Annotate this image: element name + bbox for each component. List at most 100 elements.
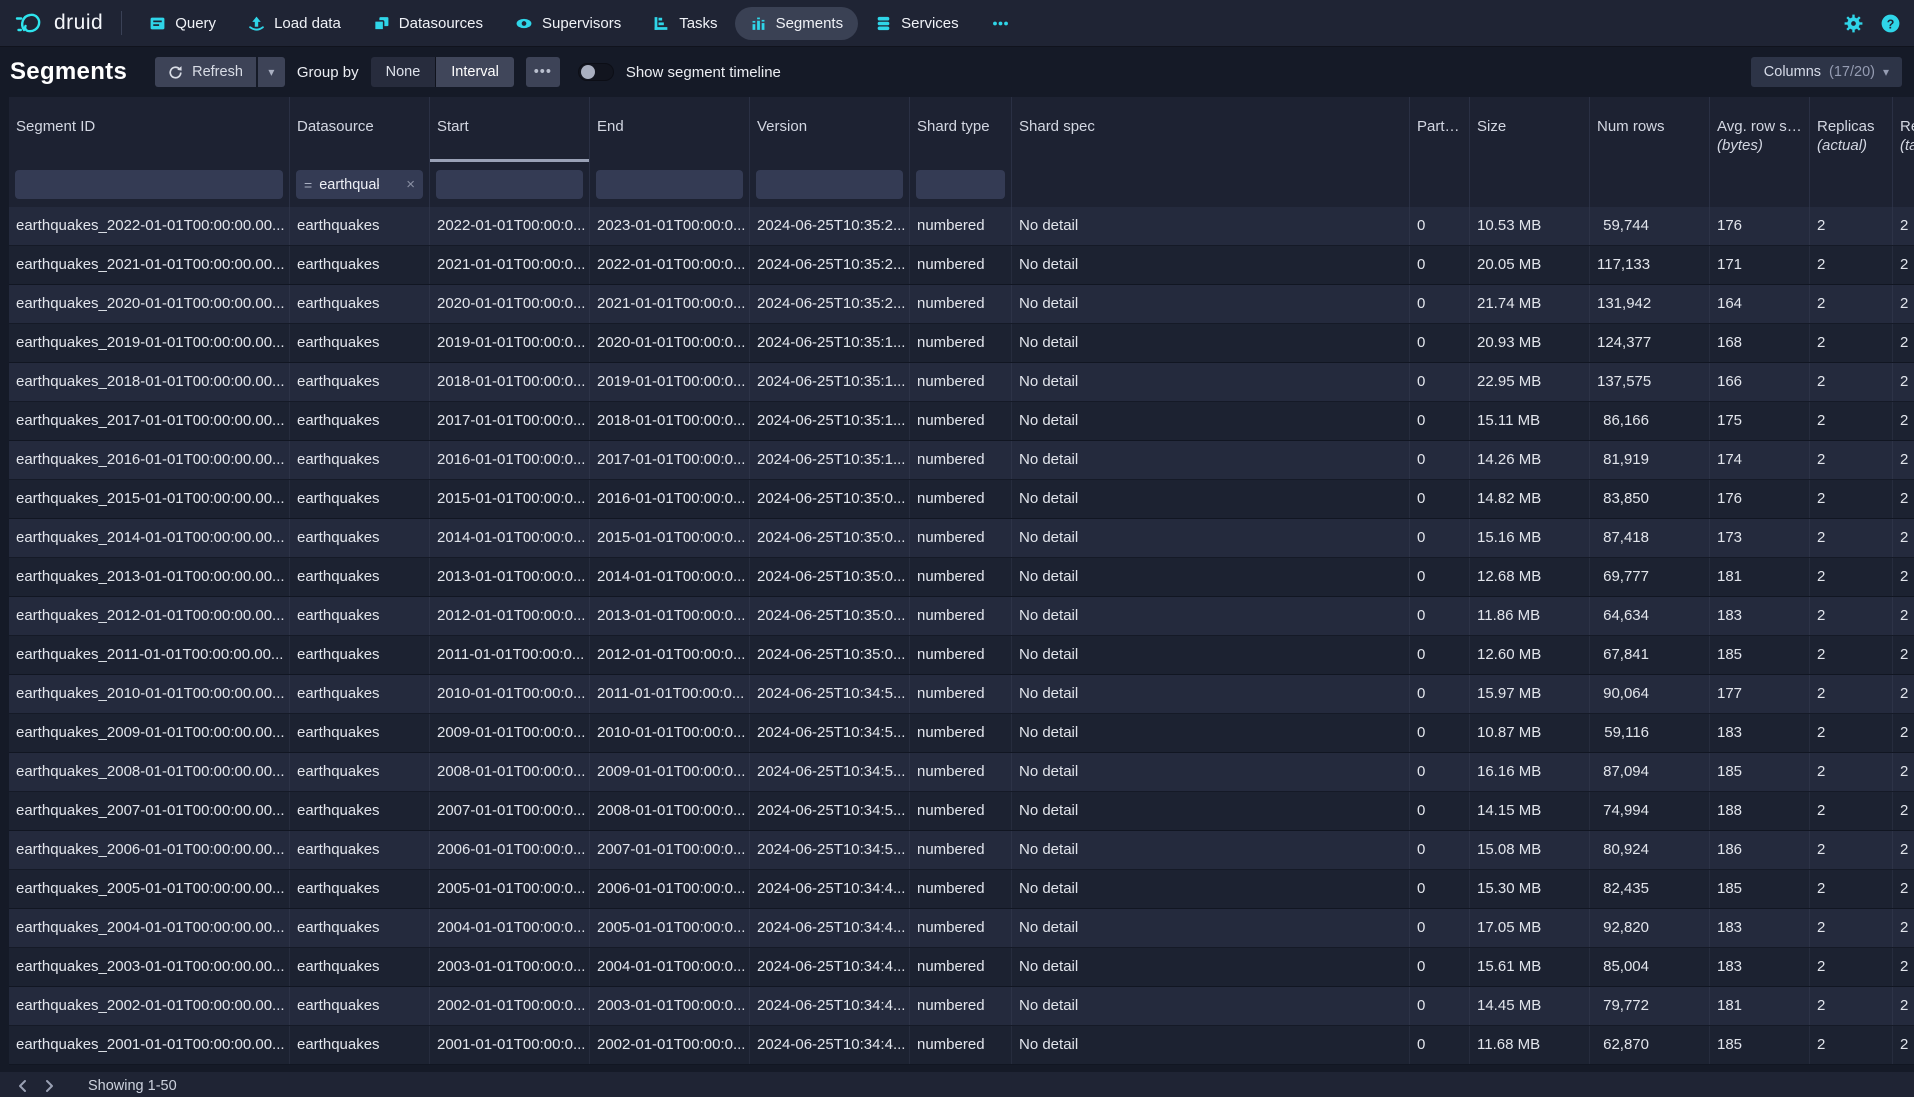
nav-item-load-data[interactable]: Load data <box>233 7 356 40</box>
column-header-version[interactable]: Version <box>750 97 910 162</box>
next-page-button[interactable] <box>36 1074 62 1097</box>
cell-datasource: earthquakes <box>290 324 430 362</box>
nav-item-datasources[interactable]: Datasources <box>358 7 498 40</box>
cell-replication_factor: 2 <box>1893 870 1914 908</box>
cell-replication_factor: 2 <box>1893 363 1914 401</box>
gear-icon[interactable] <box>1844 14 1863 33</box>
druid-logo[interactable]: druid <box>14 8 103 38</box>
cell-start: 2017-01-01T00:00:0... <box>430 402 590 440</box>
column-header-start[interactable]: Start <box>430 97 590 162</box>
cell-shard_type: numbered <box>910 909 1012 947</box>
cell-version: 2024-06-25T10:35:1... <box>750 402 910 440</box>
cell-shard_spec: No detail <box>1012 831 1410 869</box>
cell-shard_spec: No detail <box>1012 636 1410 674</box>
cell-end: 2002-01-01T00:00:0... <box>590 1026 750 1064</box>
cell-replicas: 2 <box>1810 792 1893 830</box>
nav-item-supervisors[interactable]: Supervisors <box>500 7 636 40</box>
segment-timeline-toggle[interactable] <box>578 63 614 81</box>
nav-item-segments[interactable]: Segments <box>735 7 859 40</box>
filter-input-version[interactable] <box>756 170 903 199</box>
cell-partition: 0 <box>1410 441 1470 479</box>
cell-avg_row_size: 183 <box>1710 948 1810 986</box>
filter-cell-avg_row_size <box>1710 162 1810 207</box>
column-header-replicas[interactable]: Replicas(actual) <box>1810 97 1893 162</box>
cell-num_rows: 59,116 <box>1590 714 1710 752</box>
clear-filter-icon[interactable]: × <box>406 176 415 193</box>
datasource-filter-chip[interactable]: =earthquakes× <box>296 170 423 199</box>
cell-partition: 0 <box>1410 363 1470 401</box>
cell-version: 2024-06-25T10:34:4... <box>750 1026 910 1064</box>
cell-datasource: earthquakes <box>290 636 430 674</box>
cell-replicas: 2 <box>1810 558 1893 596</box>
column-header-num_rows[interactable]: Num rows <box>1590 97 1710 162</box>
column-header-segment_id[interactable]: Segment ID <box>9 97 290 162</box>
cell-replicas: 2 <box>1810 909 1893 947</box>
column-header-shard_type[interactable]: Shard type <box>910 97 1012 162</box>
cell-size: 14.15 MB <box>1470 792 1590 830</box>
column-header-end[interactable]: End <box>590 97 750 162</box>
column-header-partition[interactable]: Partition <box>1410 97 1470 162</box>
cell-replicas: 2 <box>1810 480 1893 518</box>
cell-datasource: earthquakes <box>290 441 430 479</box>
cell-start: 2022-01-01T00:00:0... <box>430 207 590 245</box>
filter-input-start[interactable] <box>436 170 583 199</box>
column-header-datasource[interactable]: Datasource <box>290 97 430 162</box>
group-by-option-interval[interactable]: Interval <box>436 57 514 87</box>
columns-button[interactable]: Columns (17/20) ▾ <box>1751 57 1902 87</box>
nav-item-services[interactable]: Services <box>860 7 974 40</box>
cell-segment_id: earthquakes_2002-01-01T00:00:00.00... <box>9 987 290 1025</box>
filter-input-shard_type[interactable] <box>916 170 1005 199</box>
chevron-down-icon: ▾ <box>1883 65 1889 79</box>
cell-avg_row_size: 166 <box>1710 363 1810 401</box>
filter-value: earthquakes <box>319 177 379 193</box>
filter-cell-replication_factor <box>1893 162 1914 207</box>
filter-input-segment_id[interactable] <box>15 170 283 199</box>
group-by-segmented-control: None Interval <box>371 57 514 87</box>
cell-num_rows: 87,094 <box>1590 753 1710 791</box>
cell-start: 2009-01-01T00:00:0... <box>430 714 590 752</box>
cell-shard_spec: No detail <box>1012 675 1410 713</box>
cell-replicas: 2 <box>1810 636 1893 674</box>
filter-input-end[interactable] <box>596 170 743 199</box>
cell-num_rows: 131,942 <box>1590 285 1710 323</box>
column-header-size[interactable]: Size <box>1470 97 1590 162</box>
column-header-replication_factor[interactable]: Replication factor(target) <box>1893 97 1914 162</box>
column-header-avg_row_size[interactable]: Avg. row size(bytes) <box>1710 97 1810 162</box>
cell-shard_type: numbered <box>910 207 1012 245</box>
refresh-button[interactable]: Refresh <box>155 57 256 87</box>
previous-page-button[interactable] <box>10 1074 36 1097</box>
cell-replicas: 2 <box>1810 1026 1893 1064</box>
cell-datasource: earthquakes <box>290 753 430 791</box>
cell-size: 14.45 MB <box>1470 987 1590 1025</box>
group-by-option-none[interactable]: None <box>371 57 436 87</box>
cell-partition: 0 <box>1410 480 1470 518</box>
cell-start: 2006-01-01T00:00:0... <box>430 831 590 869</box>
cell-segment_id: earthquakes_2012-01-01T00:00:00.00... <box>9 597 290 635</box>
cell-avg_row_size: 185 <box>1710 753 1810 791</box>
refresh-dropdown-button[interactable]: ▾ <box>258 57 285 87</box>
cell-avg_row_size: 181 <box>1710 987 1810 1025</box>
cell-replication_factor: 2 <box>1893 792 1914 830</box>
nav-item-label: Load data <box>274 15 341 32</box>
nav-item-query[interactable]: Query <box>134 7 231 40</box>
cell-avg_row_size: 177 <box>1710 675 1810 713</box>
cell-start: 2015-01-01T00:00:0... <box>430 480 590 518</box>
column-header-shard_spec[interactable]: Shard spec <box>1012 97 1410 162</box>
table-header-row: Segment IDDatasourceStartEndVersionShard… <box>9 97 1914 162</box>
cell-end: 2022-01-01T00:00:0... <box>590 246 750 284</box>
nav-item-tasks[interactable]: Tasks <box>638 7 732 40</box>
cell-num_rows: 87,418 <box>1590 519 1710 557</box>
cell-avg_row_size: 176 <box>1710 480 1810 518</box>
cell-partition: 0 <box>1410 909 1470 947</box>
cell-partition: 0 <box>1410 948 1470 986</box>
nav-more-button[interactable] <box>976 7 1025 40</box>
help-icon[interactable]: ? <box>1881 14 1900 33</box>
cell-partition: 0 <box>1410 714 1470 752</box>
cell-end: 2011-01-01T00:00:0... <box>590 675 750 713</box>
cell-num_rows: 67,841 <box>1590 636 1710 674</box>
cell-partition: 0 <box>1410 558 1470 596</box>
cell-replication_factor: 2 <box>1893 519 1914 557</box>
more-options-button[interactable]: ••• <box>526 57 560 87</box>
cell-size: 15.97 MB <box>1470 675 1590 713</box>
nav-item-label: Tasks <box>679 15 717 32</box>
